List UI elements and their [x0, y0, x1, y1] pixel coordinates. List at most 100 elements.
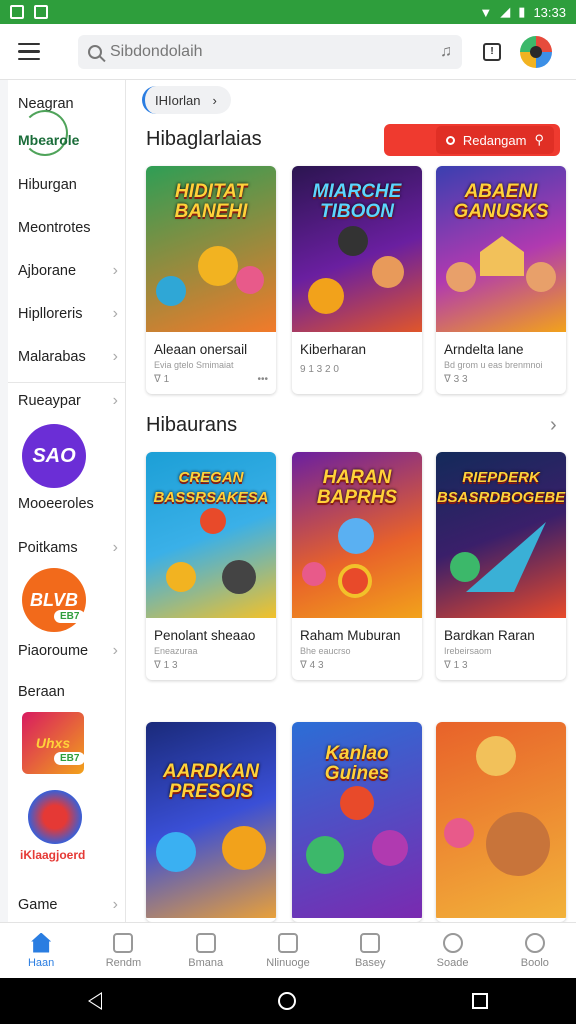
chevron-right-icon: › — [112, 262, 118, 279]
character-figure — [156, 832, 196, 872]
book-icon — [360, 932, 381, 953]
gallery-icon — [113, 932, 134, 953]
clock: 13:33 — [533, 4, 566, 20]
signal-icon: ◢ — [500, 4, 511, 19]
game-card[interactable]: ABAENI GANUSKS Arndelta lane Bd grom u e… — [436, 166, 566, 394]
game-card[interactable]: Kanlao Guines — [292, 722, 422, 922]
battery-icon: ▮ — [518, 4, 526, 19]
character-figure — [526, 262, 556, 292]
character-figure — [308, 278, 344, 314]
character-figure — [302, 562, 326, 586]
game-card[interactable]: HARAN BAPRHS Raham Muburan Bhe eaucrso ᐁ… — [292, 452, 422, 680]
shield-logo[interactable] — [28, 790, 82, 844]
sidebar-item-7[interactable]: Rueaypar › — [18, 392, 124, 410]
character-figure — [236, 266, 264, 294]
sidebar-divider — [8, 382, 126, 383]
sidebar-item-1[interactable]: Mbearole — [18, 132, 124, 148]
sidebar-item-0[interactable]: Neagran — [18, 96, 124, 112]
target-figure — [338, 564, 372, 598]
search-icon — [88, 44, 102, 59]
sidebar-item-9[interactable]: Poitkams › — [18, 539, 124, 557]
character-figure — [450, 552, 480, 582]
character-figure — [340, 786, 374, 820]
sidebar-item-2[interactable]: Hiburgan — [18, 177, 124, 193]
sidebar-item-8[interactable]: Mooeeroles — [18, 496, 124, 512]
character-figure — [306, 836, 344, 874]
notification-button[interactable]: ! — [474, 34, 510, 70]
character-figure — [446, 262, 476, 292]
character-figure — [198, 246, 238, 286]
chevron-right-icon: › — [112, 539, 118, 556]
game-card[interactable]: HIDITAT BANEHI Aleaan onersail Evia gtel… — [146, 166, 276, 394]
game-card[interactable] — [436, 722, 566, 922]
shield-logo-label: iKlaagjoerd — [20, 848, 86, 862]
game-art: MIARCHE TIBOON — [292, 166, 422, 332]
section-title-popular: Hibaurans — [146, 414, 238, 436]
game-art: RIEPDERK BSASRDBOGEBE — [436, 452, 566, 618]
nav-nlinuoge[interactable]: Nlinuoge — [247, 923, 329, 978]
hamburger-menu-icon[interactable] — [12, 34, 48, 70]
record-icon — [445, 135, 455, 145]
sidebar-item-5[interactable]: Hiplloreris › — [18, 305, 124, 323]
game-card[interactable]: RIEPDERK BSASRDBOGEBE Bardkan Raran Ireb… — [436, 452, 566, 680]
avatar — [520, 35, 552, 68]
character-figure — [338, 518, 374, 554]
category-sidebar: Neagran Mbearole Hiburgan Meontrotes Ajb… — [8, 80, 126, 922]
sidebar-item-3[interactable]: Meontrotes — [18, 220, 124, 236]
chevron-right-icon: › — [112, 896, 118, 913]
ship-figure — [466, 522, 546, 592]
sao-logo[interactable]: SAO — [22, 424, 86, 488]
character-figure — [200, 508, 226, 534]
sidebar-item-12[interactable]: Game › — [18, 896, 124, 914]
main-content: IHIorlan › Hibaglarlaias Redangam ⚲ HIDI… — [126, 80, 576, 922]
game-card[interactable]: AARDKAN PRESOIS — [146, 722, 276, 922]
blvb-badge: EB7 — [54, 610, 86, 623]
home-circle-icon[interactable] — [278, 992, 296, 1010]
nav-boolo[interactable]: Boolo — [494, 923, 576, 978]
game-art — [436, 722, 566, 918]
bell-box-icon: ! — [483, 42, 501, 61]
search-placeholder: Sibdondolaih — [110, 42, 203, 60]
gauge-icon — [277, 932, 298, 953]
sidebar-item-4[interactable]: Ajborane › — [18, 262, 124, 280]
breadcrumb[interactable]: IHIorlan › — [142, 86, 231, 114]
game-art: CREGAN BASSRSAKESA — [146, 452, 276, 618]
more-icon[interactable]: ••• — [257, 374, 268, 385]
featured-action-button[interactable]: Redangam ⚲ — [384, 124, 560, 156]
character-figure — [222, 560, 256, 594]
sidebar-item-11[interactable]: Beraan — [18, 684, 124, 700]
edit-icon — [195, 932, 216, 953]
notification-icon — [10, 5, 24, 19]
character-figure — [444, 818, 474, 848]
nav-bmana[interactable]: Bmana — [165, 923, 247, 978]
game-card[interactable]: MIARCHE TIBOON Kiberharan 9 1 3 2 0 — [292, 166, 422, 394]
home-icon — [31, 932, 52, 953]
profile-button[interactable] — [518, 34, 554, 70]
back-icon[interactable] — [88, 992, 102, 1010]
game-card[interactable]: CREGAN BASSRSAKESA Penolant sheaao Eneaz… — [146, 452, 276, 680]
character-figure — [338, 226, 368, 256]
sidebar-item-10[interactable]: Piaoroume › — [18, 642, 124, 660]
character-figure — [222, 826, 266, 870]
search-icon: ⚲ — [534, 132, 544, 147]
game-art: ABAENI GANUSKS — [436, 166, 566, 332]
search-field[interactable]: Sibdondolaih ♫ — [78, 34, 462, 69]
character-figure — [372, 830, 408, 866]
sidebar-item-6[interactable]: Malarabas › — [18, 348, 124, 366]
bottom-navigation: Haan Rendm Bmana Nlinuoge Basey Soade Bo… — [0, 922, 576, 978]
nav-rendm[interactable]: Rendm — [82, 923, 164, 978]
nav-home[interactable]: Haan — [0, 923, 82, 978]
chevron-right-icon: › — [112, 642, 118, 659]
nav-basey[interactable]: Basey — [329, 923, 411, 978]
recent-apps-icon[interactable] — [472, 993, 488, 1009]
chevron-right-icon: › — [112, 392, 118, 409]
character-figure — [156, 276, 186, 306]
character-figure — [166, 562, 196, 592]
nav-soade[interactable]: Soade — [411, 923, 493, 978]
section-title-featured: Hibaglarlaias — [146, 128, 262, 150]
chevron-right-icon[interactable]: › — [550, 414, 557, 437]
character-figure — [476, 736, 516, 776]
screenshot-icon — [34, 5, 48, 19]
character-figure — [372, 256, 404, 288]
mic-icon[interactable]: ♫ — [440, 43, 452, 61]
